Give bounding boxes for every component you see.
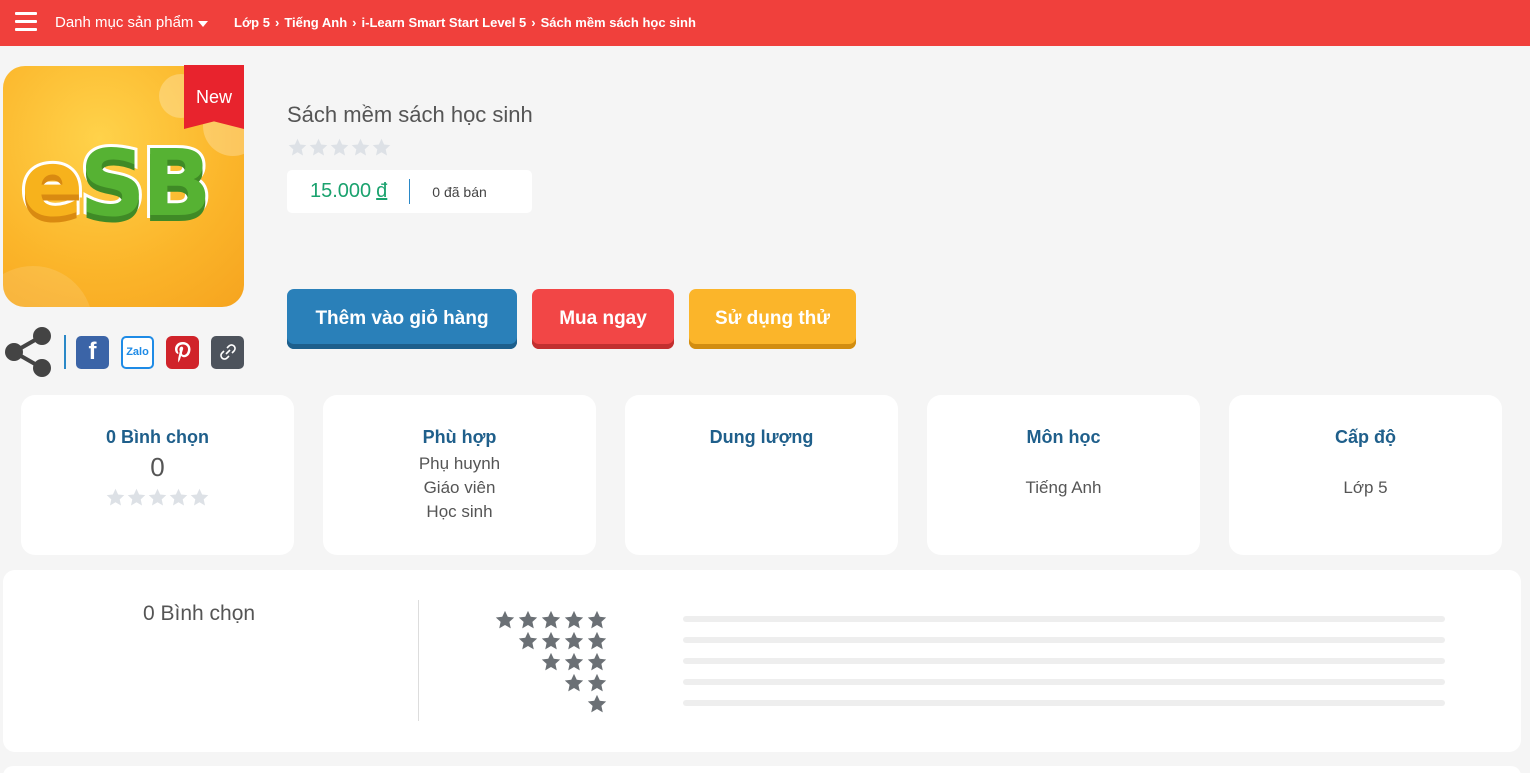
rating-bar-1	[683, 700, 1445, 706]
product-title: Sách mềm sách học sinh	[287, 102, 533, 127]
link-icon[interactable]	[211, 335, 244, 369]
price-currency: đ	[376, 180, 388, 202]
rating-bar-2	[683, 679, 1445, 685]
sold-count: 0 đã bán	[432, 183, 487, 200]
star-icon	[190, 488, 209, 506]
card-subject-title: Môn học	[1026, 427, 1101, 447]
card-subject: Môn học Tiếng Anh	[927, 395, 1200, 555]
star-icon	[169, 488, 188, 506]
rating-row-5	[493, 609, 608, 630]
buy-now-button[interactable]: Mua ngay	[532, 289, 674, 349]
star-icon	[518, 631, 538, 650]
rating-bar-3	[683, 658, 1445, 664]
star-icon	[564, 673, 584, 692]
star-icon	[541, 610, 561, 629]
price-divider	[409, 179, 411, 204]
try-button[interactable]: Sử dụng thử	[689, 289, 856, 349]
product-price: 15.000 đ	[310, 180, 387, 203]
breadcrumb-item-grade[interactable]: Lớp 5	[234, 15, 270, 30]
next-panel	[3, 766, 1521, 773]
rating-bar-5	[683, 616, 1445, 622]
star-icon	[372, 138, 391, 156]
new-badge: New	[184, 65, 244, 129]
rating-panel-title: 0 Bình chọn	[143, 602, 256, 625]
share-divider	[64, 335, 66, 369]
star-icon	[587, 652, 607, 671]
chevron-right-icon: ›	[531, 15, 536, 30]
star-icon	[587, 694, 607, 713]
star-icon	[518, 610, 538, 629]
price-value: 15.000	[310, 180, 372, 202]
star-icon	[148, 488, 167, 506]
card-suitable-item: Phụ huynh	[418, 454, 501, 473]
share-row: f Zalo	[2, 324, 256, 380]
card-suitable-title: Phù hợp	[422, 427, 497, 447]
rating-bars	[683, 616, 1445, 721]
zalo-icon[interactable]: Zalo	[121, 335, 154, 369]
chevron-right-icon: ›	[274, 15, 280, 30]
card-level-title: Cấp độ	[1335, 427, 1396, 447]
product-rating-stars	[287, 137, 392, 158]
card-capacity-title: Dung lượng	[709, 427, 814, 447]
breadcrumb-item-series[interactable]: i-Learn Smart Start Level 5	[362, 15, 527, 30]
star-icon	[351, 138, 370, 156]
facebook-icon[interactable]: f	[76, 335, 109, 369]
card-suitable-item: Giáo viên	[423, 478, 496, 497]
card-votes-value: 0	[150, 452, 165, 482]
product-logo-text: eSB	[18, 135, 215, 233]
star-icon	[495, 610, 515, 629]
breadcrumb: Lớp 5 › Tiếng Anh › i-Learn Smart Start …	[234, 15, 696, 30]
rating-row-4	[493, 630, 608, 651]
top-bar: Danh mục sản phẩm Lớp 5 › Tiếng Anh › i-…	[0, 0, 1530, 46]
card-suitable-item: Học sinh	[426, 502, 493, 521]
breadcrumb-item-current[interactable]: Sách mềm sách học sinh	[541, 15, 696, 30]
pinterest-icon[interactable]	[166, 335, 199, 369]
rating-row-2	[493, 672, 608, 693]
rating-row-1	[493, 693, 608, 714]
chevron-right-icon: ›	[352, 15, 357, 30]
catalog-label: Danh mục sản phẩm	[55, 14, 194, 31]
star-icon	[541, 652, 561, 671]
star-icon	[127, 488, 146, 506]
rating-panel: 0 Bình chọn	[3, 570, 1521, 752]
star-icon	[587, 673, 607, 692]
star-icon	[541, 631, 561, 650]
caret-down-icon	[198, 20, 209, 27]
star-icon	[309, 138, 328, 156]
rating-panel-divider	[418, 600, 419, 721]
card-capacity: Dung lượng	[625, 395, 898, 555]
star-icon	[106, 488, 125, 506]
logo-e: e	[18, 130, 86, 237]
catalog-dropdown[interactable]: Danh mục sản phẩm	[55, 14, 209, 31]
price-box: 15.000 đ 0 đã bán	[287, 170, 532, 213]
card-subject-value: Tiếng Anh	[1025, 478, 1102, 497]
card-votes: 0 Bình chọn 0	[21, 395, 294, 555]
add-to-cart-button[interactable]: Thêm vào giỏ hàng	[287, 289, 517, 349]
share-icon[interactable]	[2, 324, 54, 380]
breadcrumb-item-subject[interactable]: Tiếng Anh	[284, 15, 347, 30]
card-level-value: Lớp 5	[1343, 478, 1388, 497]
card-votes-title: 0 Bình chọn	[106, 427, 209, 447]
star-icon	[564, 652, 584, 671]
star-icon	[587, 631, 607, 650]
hamburger-menu-icon[interactable]	[15, 12, 37, 32]
card-suitable: Phù hợp Phụ huynh Giáo viên Học sinh	[323, 395, 596, 555]
logo-sb: SB	[76, 130, 214, 237]
star-icon	[288, 138, 307, 156]
star-icon	[330, 138, 349, 156]
card-level: Cấp độ Lớp 5	[1229, 395, 1502, 555]
star-icon	[587, 610, 607, 629]
rating-row-3	[493, 651, 608, 672]
star-icon	[564, 610, 584, 629]
card-votes-stars	[21, 487, 294, 508]
star-icon	[564, 631, 584, 650]
rating-star-rows	[493, 609, 608, 714]
rating-bar-4	[683, 637, 1445, 643]
